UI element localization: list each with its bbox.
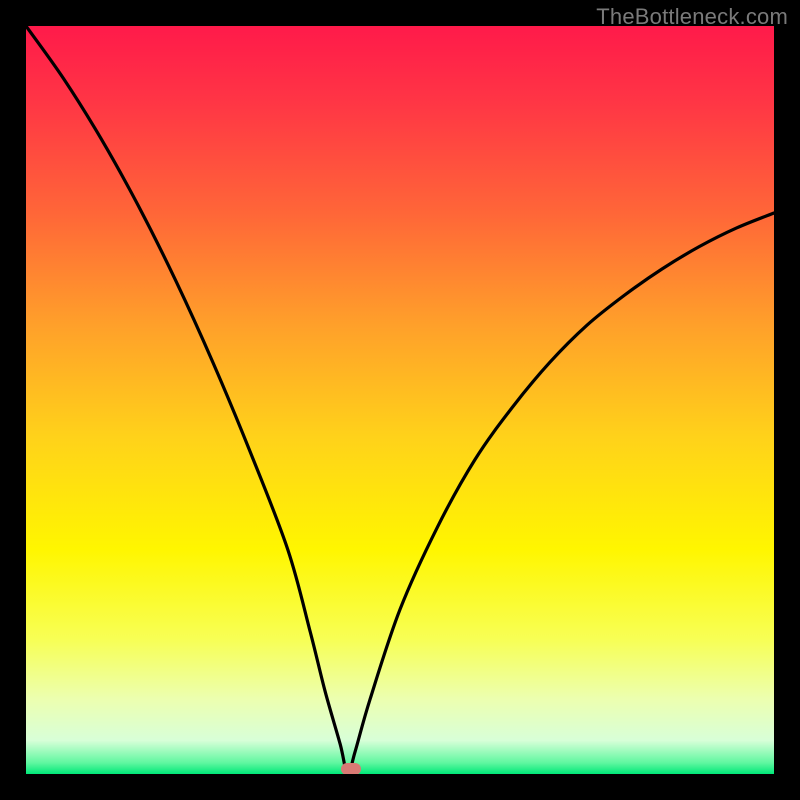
- chart-container: TheBottleneck.com: [0, 0, 800, 800]
- minimum-marker: [341, 763, 361, 774]
- gradient-background: [26, 26, 774, 774]
- chart-svg: [26, 26, 774, 774]
- watermark-text: TheBottleneck.com: [596, 4, 788, 30]
- plot-area: [26, 26, 774, 774]
